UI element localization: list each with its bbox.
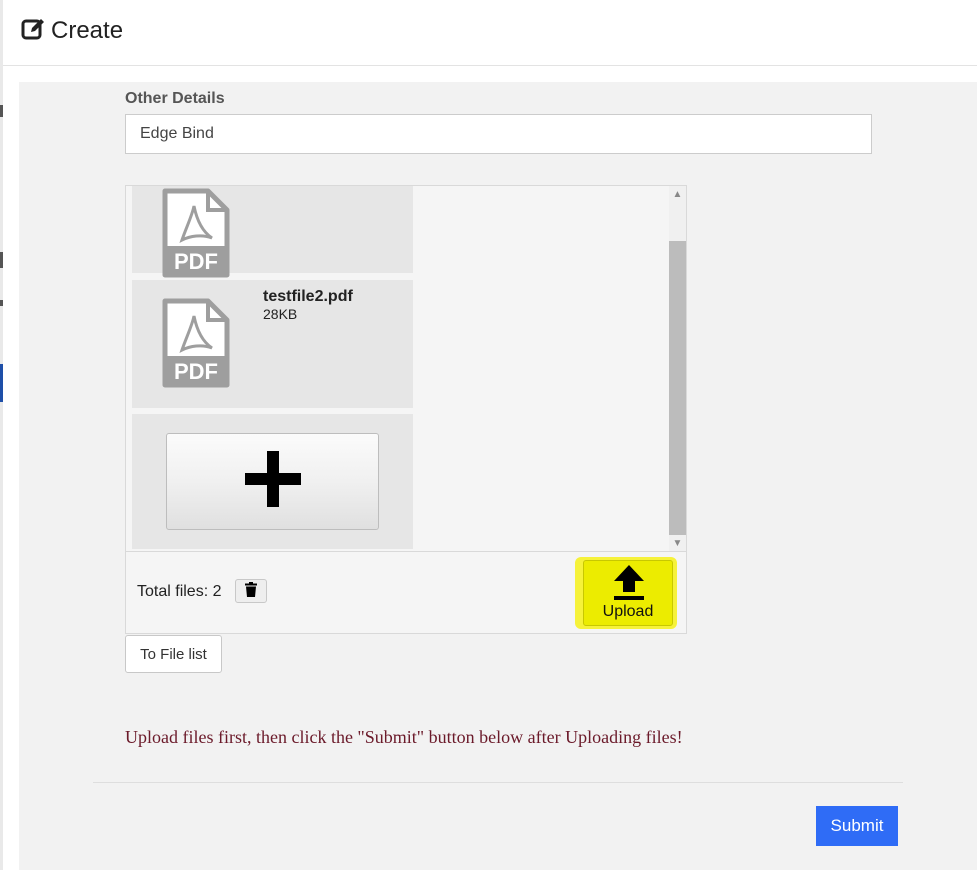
edit-square-icon bbox=[21, 17, 45, 46]
pdf-icon-text: PDF bbox=[174, 359, 218, 384]
upload-notice: Upload files first, then click the "Subm… bbox=[125, 727, 683, 747]
uploader-footer: Total files: 2 Upload bbox=[126, 553, 686, 633]
form-body: Other Details PDF bbox=[19, 82, 977, 870]
pdf-icon: PDF bbox=[162, 188, 230, 283]
file-list-scrollbar[interactable]: ▲ ▼ bbox=[669, 186, 686, 551]
other-details-label: Other Details bbox=[125, 90, 225, 107]
add-file-card bbox=[132, 414, 413, 549]
other-details-input[interactable] bbox=[125, 114, 872, 154]
to-file-list-button[interactable]: To File list bbox=[125, 635, 222, 673]
left-window-edge bbox=[0, 0, 3, 870]
submit-button[interactable]: Submit bbox=[816, 806, 898, 846]
trash-icon bbox=[245, 582, 257, 600]
pdf-icon: PDF bbox=[162, 298, 230, 393]
scroll-up-arrow-icon[interactable]: ▲ bbox=[669, 186, 686, 203]
total-files-count: Total files: 2 bbox=[137, 583, 222, 600]
upload-label: Upload bbox=[602, 603, 654, 620]
header-title: Create bbox=[21, 15, 123, 47]
add-file-button[interactable] bbox=[166, 433, 379, 530]
file-card[interactable]: PDF testfile2.pdf 28KB bbox=[132, 280, 413, 408]
upload-arrow-icon bbox=[613, 565, 645, 604]
file-card[interactable]: PDF bbox=[132, 186, 413, 278]
edge-mark bbox=[0, 252, 3, 268]
edge-mark bbox=[0, 300, 3, 306]
file-list-area[interactable]: PDF PDF testfile2.pdf 28KB ▲ ▼ bbox=[126, 186, 686, 552]
divider bbox=[93, 782, 903, 783]
scroll-down-arrow-icon[interactable]: ▼ bbox=[669, 535, 686, 551]
upload-button[interactable]: Upload bbox=[583, 560, 673, 626]
file-uploader: PDF PDF testfile2.pdf 28KB ▲ ▼ Total fil… bbox=[125, 185, 687, 634]
file-name: testfile2.pdf bbox=[263, 288, 353, 305]
edge-mark bbox=[0, 364, 3, 402]
clear-files-button[interactable] bbox=[235, 579, 267, 603]
dialog-header: Create bbox=[3, 0, 977, 66]
file-size: 28KB bbox=[263, 306, 298, 322]
scrollbar-thumb[interactable] bbox=[669, 241, 686, 535]
edge-mark bbox=[0, 105, 3, 117]
page-title: Create bbox=[51, 17, 124, 44]
plus-icon bbox=[244, 451, 301, 512]
pdf-icon-text: PDF bbox=[174, 249, 218, 274]
